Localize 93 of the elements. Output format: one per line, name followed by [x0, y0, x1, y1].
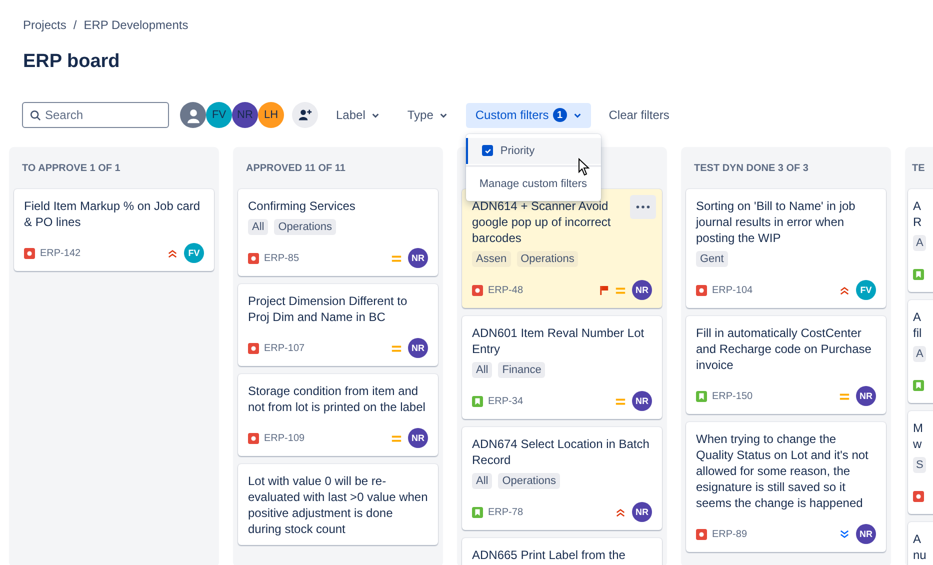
issue-title: Lot with value 0 will be re-evaluated with last >0 value when positive adjustment is done during stock count — [248, 473, 428, 537]
filter-button[interactable]: Clear filters — [600, 102, 678, 128]
issue-card[interactable]: Lot with value 0 will be re-evaluated with last >0 value when positive adjustment is done during stock count — [238, 464, 438, 545]
search-icon — [30, 110, 41, 121]
issue-key[interactable]: ERP-109 — [264, 432, 305, 444]
assignee-avatar[interactable]: NR — [632, 280, 652, 300]
assignee-avatar[interactable]: NR — [856, 524, 876, 544]
issue-title: M w — [913, 420, 924, 452]
issue-card[interactable]: ADN674 Select Location in Batch Record All Operations ERP-78 NR — [462, 427, 662, 530]
label-tag[interactable]: Finance — [498, 362, 546, 378]
chevron-down-icon — [371, 110, 380, 120]
menu-item[interactable]: Priority — [466, 138, 602, 164]
add-person-icon — [298, 108, 312, 122]
assignee-avatar[interactable]: NR — [408, 248, 428, 268]
column-header: APPROVED 11 OF 11 — [246, 162, 346, 174]
label-tag[interactable]: S — [913, 457, 926, 473]
issue-title: Confirming Services — [248, 198, 356, 214]
issue-card[interactable]: ADN601 Item Reval Number Lot Entry All Finance ERP-34 NR — [462, 316, 662, 419]
issue-card[interactable]: A R A — [908, 189, 933, 292]
issue-title: ADN674 Select Location in Batch Record — [472, 436, 650, 468]
issue-card[interactable]: Fill in automatically CostCenter and Recharge code on Purchase invoice ERP-150 NR — [686, 316, 886, 414]
issue-title: Project Dimension Different to Proj Dim and Name in BC — [248, 293, 408, 325]
person-avatar[interactable]: LH — [258, 102, 284, 128]
ellipsis-icon — [636, 205, 650, 209]
issue-card[interactable]: Field Item Markup % on Job card & PO lines ERP-142 FV — [14, 189, 214, 271]
issue-card[interactable]: ADN614 + Scanner Avoid google pop up of incorrect barcodes Assen Operations ERP-48 NR — [462, 189, 662, 308]
label-tag[interactable]: A — [913, 235, 926, 251]
issue-title: ADN665 Print Label from the — [472, 547, 626, 563]
label-tag[interactable]: A — [913, 346, 926, 362]
count-badge: 1 — [552, 108, 567, 122]
issue-card[interactable]: A nu — [908, 522, 933, 565]
issue-title: A fil — [913, 309, 923, 341]
chevron-down-icon — [439, 110, 448, 120]
issue-title: A R — [913, 198, 923, 230]
issue-card[interactable]: Storage condition from item and not from lot is printed on the label ERP-109 NR — [238, 374, 438, 456]
search-field[interactable]: Search — [22, 102, 169, 128]
issue-card[interactable]: Confirming Services All Operations ERP-85 NR — [238, 189, 438, 276]
issue-key[interactable]: ERP-89 — [712, 528, 748, 540]
issue-key[interactable]: ERP-142 — [40, 248, 81, 258]
assignee-avatar[interactable]: NR — [408, 428, 428, 448]
issue-key[interactable]: ERP-104 — [712, 284, 753, 296]
breadcrumb-link[interactable]: ERP Developments — [84, 18, 188, 32]
issue-card[interactable]: Project Dimension Different to Proj Dim and Name in BC ERP-107 NR — [238, 284, 438, 366]
label-tag[interactable]: Operations — [274, 219, 336, 235]
column-header: TE — [912, 162, 925, 174]
label-tag[interactable]: All — [472, 362, 492, 378]
person-avatar[interactable]: FV — [206, 102, 232, 128]
issue-key[interactable]: ERP-78 — [488, 506, 524, 518]
issue-title: A nu — [913, 531, 928, 563]
column-header: TO APPROVE 1 OF 1 — [22, 162, 120, 174]
issue-title: Fill in automatically CostCenter and Recharge code on Purchase invoice — [696, 325, 872, 373]
issue-title: When trying to change the Quality Status on Lot and it's not allowed for some reason, the esignature is still saved so it seems the change is happened — [696, 431, 870, 511]
checkbox[interactable] — [482, 145, 494, 156]
flag-icon — [600, 284, 609, 296]
issue-card[interactable]: ADN665 Print Label from the — [462, 538, 662, 565]
label-tag[interactable]: Operations — [516, 251, 578, 267]
issue-card[interactable]: A fil A — [908, 300, 933, 403]
issue-title: ADN614 + Scanner Avoid google pop up of incorrect barcodes — [472, 198, 612, 246]
label-tag[interactable]: Operations — [498, 473, 560, 489]
issue-title: Sorting on 'Bill to Name' in job journal results in error when posting the WIP — [696, 198, 856, 246]
more-options-button[interactable] — [630, 195, 656, 219]
issue-card[interactable]: Sorting on 'Bill to Name' in job journal results in error when posting the WIP Gent ERP-104 FV — [686, 189, 886, 308]
issue-key[interactable]: ERP-107 — [264, 342, 305, 354]
column-header: TEST DYN DONE 3 OF 3 — [694, 162, 808, 174]
mouse-pointer-icon — [578, 158, 590, 176]
breadcrumb-separator: / — [73, 18, 77, 32]
assignee-avatar[interactable]: NR — [408, 338, 428, 358]
label-tag[interactable]: Assen — [472, 251, 511, 267]
filter-button[interactable]: Type — [398, 102, 458, 128]
assignee-avatar[interactable]: NR — [632, 502, 652, 522]
person-avatar[interactable] — [180, 102, 206, 128]
issue-key[interactable]: ERP-85 — [264, 252, 300, 264]
issue-card[interactable]: When trying to change the Quality Status on Lot and it's not allowed for some reason, the esignature is still saved so it seems the change is happened ERP-89 NR — [686, 422, 886, 552]
issue-title: ADN601 Item Reval Number Lot Entry — [472, 325, 646, 357]
filter-button[interactable]: Custom filters 1 — [466, 102, 591, 128]
breadcrumb-link[interactable]: Projects — [23, 18, 66, 32]
assignee-avatar[interactable]: NR — [632, 391, 652, 411]
label-tag[interactable]: All — [472, 473, 492, 489]
chevron-down-icon — [572, 110, 582, 120]
assignee-avatar[interactable]: NR — [856, 386, 876, 406]
label-tag[interactable]: All — [248, 219, 268, 235]
issue-title: Storage condition from item and not from lot is printed on the label — [248, 383, 426, 415]
filter-button[interactable]: Label — [327, 102, 390, 128]
issue-key[interactable]: ERP-34 — [488, 396, 524, 406]
add-person-button[interactable] — [292, 102, 318, 128]
issue-key[interactable]: ERP-48 — [488, 284, 524, 296]
issue-key[interactable]: ERP-150 — [712, 390, 753, 402]
issue-title: Field Item Markup % on Job card & PO lines — [24, 198, 202, 230]
checkmark-icon — [484, 146, 492, 154]
issue-card[interactable]: M w S — [908, 411, 933, 514]
board-title: ERP board — [23, 51, 121, 73]
menu-item-label: Priority — [500, 144, 535, 156]
label-tag[interactable]: Gent — [696, 251, 728, 267]
